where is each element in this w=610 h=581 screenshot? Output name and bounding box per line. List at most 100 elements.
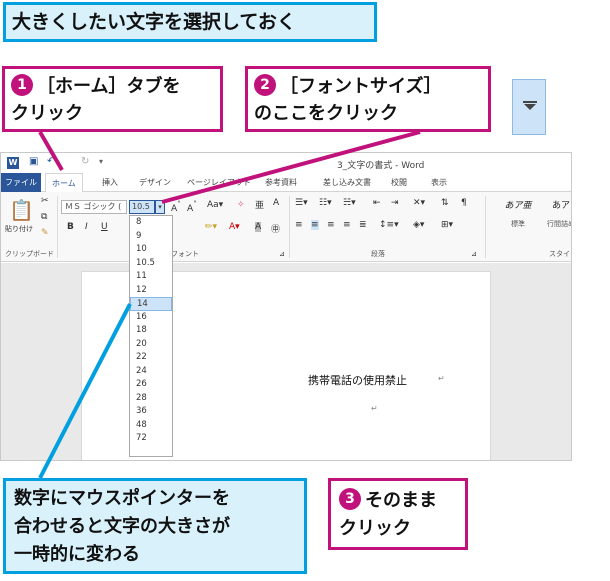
- ribbon-tabs: ファイル ホーム 挿入 デザイン ページレイアウト 参考資料 差し込み文書 校閲…: [1, 173, 571, 193]
- increase-indent-icon[interactable]: ⇥: [391, 198, 399, 208]
- size-option[interactable]: 8: [130, 216, 172, 230]
- size-option[interactable]: 48: [130, 419, 172, 433]
- undo-icon[interactable]: ↶: [47, 156, 55, 167]
- font-dialog-launcher-icon[interactable]: ⊿: [279, 250, 285, 258]
- tab-insert[interactable]: 挿入: [96, 173, 124, 192]
- change-case-icon[interactable]: Aa▾: [207, 200, 223, 210]
- sort-icon[interactable]: ⇅: [441, 198, 449, 208]
- highlight-icon[interactable]: ✏▾: [205, 222, 217, 232]
- word-window: W ▣ ↶ ↻ ▾ 3_文字の書式 - Word ファイル ホーム 挿入 デザイ…: [0, 152, 572, 461]
- tab-design[interactable]: デザイン: [133, 173, 177, 192]
- window-title: 3_文字の書式 - Word: [337, 161, 425, 171]
- instruction-banner: 大きくしたい文字を選択しておく: [3, 2, 377, 42]
- clipboard-group-label: クリップボード: [5, 250, 54, 258]
- multilevel-list-icon[interactable]: ☵▾: [343, 198, 356, 208]
- separator: [289, 196, 290, 258]
- distribute-icon[interactable]: ≣: [359, 220, 367, 230]
- style-name: 標準: [511, 220, 525, 228]
- size-option[interactable]: 26: [130, 378, 172, 392]
- callout-font-size: 2 ［フォントサイズ］ のここをクリック: [245, 66, 491, 132]
- paragraph-mark: ↵: [438, 374, 445, 383]
- font-size-list: 8 9 10 10.5 11 12 14 16 18 20 22 24 26 2…: [129, 215, 173, 457]
- style-normal[interactable]: あア亜 標準: [495, 198, 541, 240]
- callout-hover-preview: 数字にマウスポインターを 合わせると文字の大きさが 一時的に変わる: [3, 478, 307, 574]
- grow-font-icon[interactable]: A˄: [171, 200, 181, 214]
- separator: [57, 196, 58, 258]
- copy-icon[interactable]: ⧉: [41, 212, 47, 222]
- char-shading-icon[interactable]: A: [255, 222, 262, 232]
- align-center-icon[interactable]: ≡: [311, 220, 319, 230]
- word-logo-icon: W: [7, 157, 19, 169]
- tab-view[interactable]: 表示: [425, 173, 453, 192]
- clear-format-icon[interactable]: ✧: [237, 200, 245, 210]
- size-option[interactable]: 36: [130, 405, 172, 419]
- size-option[interactable]: 12: [130, 284, 172, 298]
- dropdown-arrow-illustration: [512, 79, 546, 135]
- size-option[interactable]: 20: [130, 338, 172, 352]
- tab-references[interactable]: 参考資料: [259, 173, 303, 192]
- bold-icon[interactable]: B: [67, 222, 74, 232]
- phonetic-guide-icon[interactable]: 亜: [255, 198, 264, 211]
- shrink-font-icon[interactable]: A˅: [187, 200, 197, 214]
- font-size-dropdown-button[interactable]: ▾: [155, 200, 165, 214]
- font-color-icon[interactable]: A▾: [229, 222, 240, 232]
- redo-icon[interactable]: ↻: [81, 156, 89, 167]
- style-name: 行間詰め: [547, 220, 571, 228]
- size-option[interactable]: 10.5: [130, 257, 172, 271]
- chevron-down-icon: [524, 104, 536, 110]
- tab-page-layout[interactable]: ページレイアウト: [181, 173, 257, 192]
- align-left-icon[interactable]: ≡: [295, 220, 303, 230]
- size-option[interactable]: 16: [130, 311, 172, 325]
- enclose-char-icon[interactable]: ㊥: [271, 222, 280, 235]
- tab-home[interactable]: ホーム: [45, 173, 83, 193]
- borders-icon[interactable]: ⊞▾: [441, 220, 453, 230]
- selected-text[interactable]: 携帯電話の使用禁止: [308, 372, 407, 388]
- size-option[interactable]: 24: [130, 365, 172, 379]
- step-number-3: 3: [339, 488, 361, 510]
- paste-icon[interactable]: 📋: [9, 198, 34, 222]
- size-option[interactable]: 22: [130, 351, 172, 365]
- callout-home-tab: 1 ［ホーム］タブを クリック: [2, 66, 223, 132]
- font-size-box[interactable]: 10.5: [129, 200, 155, 214]
- size-option[interactable]: 9: [130, 230, 172, 244]
- paragraph-group-label: 段落: [371, 250, 385, 258]
- save-icon[interactable]: ▣: [29, 156, 38, 167]
- size-option[interactable]: 18: [130, 324, 172, 338]
- italic-icon[interactable]: I: [85, 222, 88, 232]
- char-border-icon[interactable]: A: [273, 198, 279, 208]
- size-option[interactable]: 11: [130, 270, 172, 284]
- asian-layout-icon[interactable]: ✕▾: [413, 198, 425, 208]
- numbering-icon[interactable]: ☷▾: [319, 198, 332, 208]
- shading-icon[interactable]: ◈▾: [413, 220, 424, 230]
- paragraph-dialog-launcher-icon[interactable]: ⊿: [471, 250, 477, 258]
- separator: [485, 196, 486, 258]
- paste-button-label[interactable]: 貼り付け: [5, 224, 33, 234]
- dash-icon: [523, 101, 537, 103]
- styles-group-label: スタイ: [549, 250, 570, 258]
- callout-2-line1: ［フォントサイズ］: [280, 76, 442, 97]
- style-sample: あア亜: [504, 201, 532, 211]
- decrease-indent-icon[interactable]: ⇤: [373, 198, 381, 208]
- font-group-label: フォント: [171, 250, 199, 258]
- cut-icon[interactable]: ✂: [41, 196, 49, 206]
- tab-file[interactable]: ファイル: [1, 173, 41, 192]
- callout-4-line2: 合わせると文字の大きさが: [14, 516, 230, 537]
- style-no-spacing[interactable]: あア 行間詰め: [541, 198, 571, 240]
- underline-icon[interactable]: U: [101, 222, 108, 232]
- size-option[interactable]: 10: [130, 243, 172, 257]
- align-right-icon[interactable]: ≡: [327, 220, 335, 230]
- line-spacing-icon[interactable]: ↕≡▾: [379, 220, 399, 230]
- bullets-icon[interactable]: ☰▾: [295, 198, 308, 208]
- size-option-hover[interactable]: 14: [130, 297, 172, 311]
- size-option[interactable]: 28: [130, 392, 172, 406]
- tab-review[interactable]: 校閲: [385, 173, 413, 192]
- format-painter-icon[interactable]: ✎: [41, 228, 49, 238]
- font-name-box[interactable]: ＭＳ ゴシック (: [61, 200, 127, 214]
- tab-mailings[interactable]: 差し込み文書: [317, 173, 377, 192]
- show-marks-icon[interactable]: ¶: [461, 198, 467, 208]
- justify-icon[interactable]: ≡: [343, 220, 351, 230]
- quick-access-dropdown-icon[interactable]: ▾: [99, 157, 103, 166]
- document-area: 携帯電話の使用禁止 ↵ ↵: [1, 263, 571, 460]
- size-option[interactable]: 72: [130, 432, 172, 446]
- callout-1-line1: ［ホーム］タブを: [37, 76, 181, 97]
